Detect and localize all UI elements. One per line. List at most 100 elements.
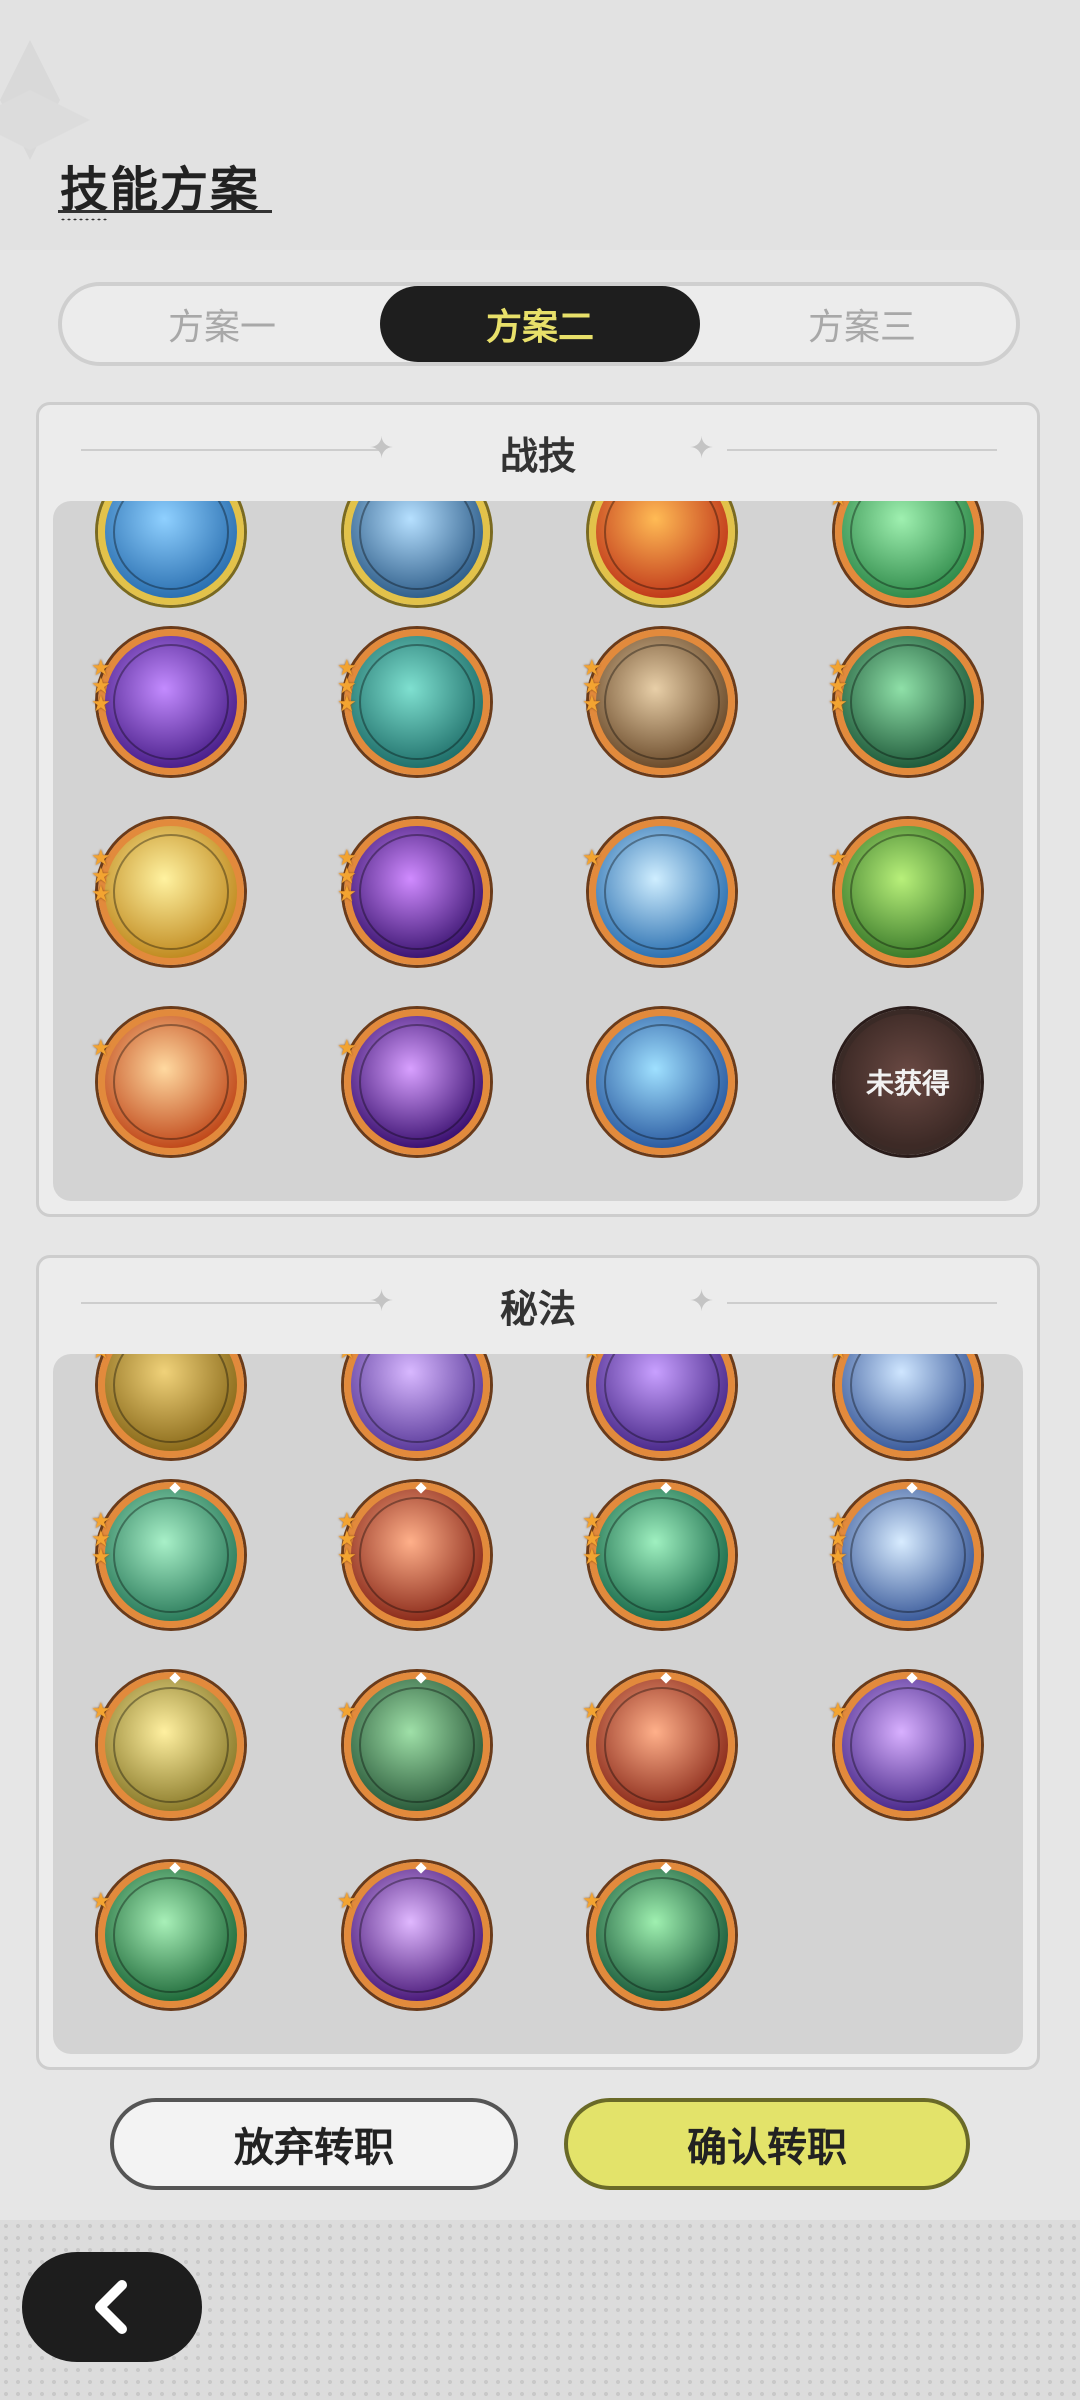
star-rank: ★ [828,1354,848,1363]
purple-rune-art-icon[interactable]: ★ [582,1354,735,1458]
sparkle-icon: ✦ [689,1284,715,1319]
frame-pip [660,1672,672,1684]
star-icon: ★ [582,1699,602,1724]
locked-slot-icon[interactable]: 未获得 [835,1009,981,1155]
skill-inner-ring [850,1497,966,1613]
star-burst-art-icon[interactable]: ★ [828,1354,981,1458]
green-clock-art-icon[interactable]: ★ [337,1672,490,1818]
green-shield-art-icon[interactable]: ★ [91,1862,244,2008]
skill-inner-ring [604,834,720,950]
frame-pip [906,1672,918,1684]
skill-inner-ring [850,501,966,590]
star-icon: ★ [91,882,111,907]
water-golem-skill-icon[interactable] [589,1009,735,1155]
battle-skills-header: ✦ 战技 ✦ [39,405,1037,495]
purple-vortex-skill-icon[interactable]: ★ ★ ★ [91,629,244,775]
star-icon: ★ [91,1889,111,1914]
skill-inner-ring [850,1687,966,1803]
abandon-class-change-button[interactable]: 放弃转职 [110,2098,518,2190]
star-icon: ★ [828,1354,848,1363]
skill-inner-ring [113,501,229,590]
star-icon: ★ [582,1545,602,1570]
skill-inner-ring [113,1354,229,1443]
star-rank: ★ ★ ★ [337,1511,357,1570]
holy-cross-skill-icon[interactable]: ★ ★ ★ [91,819,244,965]
green-cycle-art-icon[interactable]: ★ ★ ★ [91,1482,244,1628]
star-icon: ★ [828,501,848,510]
star-rank: ★ [582,1699,602,1724]
purple-ascend-art-icon[interactable]: ★ [828,1672,981,1818]
star-icon: ★ [91,1354,111,1363]
star-rank: ★ [91,1036,111,1061]
chevron-left-icon [95,2280,127,2334]
confirm-class-change-button[interactable]: 确认转职 [564,2098,970,2190]
secret-arts-header: ✦ 秘法 ✦ [39,1258,1037,1348]
star-icon: ★ [337,692,357,717]
title-dots [60,218,108,221]
star-rank: ★ [337,1036,357,1061]
golden-arrows-art-icon[interactable]: ★ [91,1672,244,1818]
frame-pip [415,1672,427,1684]
star-rank: ★ ★ ★ [582,658,602,716]
secret-arts-grid[interactable]: ★★★★★★★★★★★★★★★★★★★★★★★ [53,1354,1023,2054]
fire-swirl-skill-icon[interactable] [589,501,735,605]
star-icon: ★ [828,846,848,871]
ice-shard-skill-icon[interactable] [344,501,490,605]
star-rank: ★ ★ ★ [337,848,357,906]
star-rank: ★ [91,1889,111,1914]
blue-lightning-skill-icon[interactable] [98,501,244,605]
emerald-figure-art-icon[interactable]: ★ ★ ★ [582,1482,735,1628]
green-sparkle-art-icon[interactable]: ★ [582,1862,735,2008]
plan-tab-bar: 方案一 方案二 方案三 [58,282,1020,366]
flame-figure-art-icon[interactable]: ★ ★ ★ [337,1482,490,1628]
star-icon: ★ [337,1354,357,1363]
frame-pip [169,1862,181,1874]
skill-inner-ring [604,1497,720,1613]
star-rank: ★ ★ ★ [91,848,111,907]
frame-pip [415,1862,427,1874]
star-icon: ★ [828,692,848,717]
star-icon: ★ [337,1036,357,1061]
shadow-hand-skill-icon[interactable]: ★ [337,1009,490,1155]
void-eye-skill-icon[interactable]: ★ ★ ★ [337,819,490,965]
skill-inner-ring [113,1877,229,1993]
star-rank: ★ ★ ★ [91,1511,111,1569]
golden-hand-art-icon[interactable]: ★ [91,1354,244,1458]
star-icon: ★ [337,1545,357,1570]
star-rank: ★ [337,1891,357,1913]
skill-inner-ring [359,1354,475,1443]
ice-burst-skill-icon[interactable]: ★ [582,819,735,965]
tab-plan-2[interactable]: 方案二 [380,286,700,362]
header-line-right [727,449,997,451]
stone-slab-skill-icon[interactable]: ★ ★ ★ [582,629,735,775]
title-underline [58,210,272,213]
crystal-star-art-icon[interactable]: ★ ★ ★ [828,1482,981,1628]
star-icon: ★ [828,1545,848,1570]
fire-wolf-skill-icon[interactable]: ★ [91,1009,244,1155]
star-icon: ★ [91,1036,111,1061]
heart-witch-art-icon[interactable]: ★ [337,1862,490,2008]
treant-skill-icon[interactable]: ★ [828,819,981,965]
arcane-gear-art-icon[interactable]: ★ [337,1354,490,1458]
thorn-vines-skill-icon[interactable]: ★ ★ ★ [828,629,981,775]
tab-plan-3[interactable]: 方案三 [702,286,1022,362]
green-wind-skill-icon[interactable]: ★ [828,501,981,605]
star-icon: ★ [582,846,602,871]
star-icon: ★ [582,1354,602,1363]
star-rank: ★ [582,846,602,871]
star-rank: ★ [91,1354,111,1363]
back-button[interactable] [22,2252,202,2362]
frame-pip [169,1482,181,1494]
red-fist-art-icon[interactable]: ★ [582,1672,735,1818]
skill-inner-ring [604,501,720,590]
teal-spiral-skill-icon[interactable]: ★ ★ ★ [337,629,490,775]
star-icon: ★ [828,1699,848,1724]
skill-inner-ring [359,644,475,760]
tab-plan-1[interactable]: 方案一 [62,286,382,362]
battle-skills-grid[interactable]: ★★★★★★★★★★★★★★★★★★★★★★★未获得 [53,501,1023,1201]
skill-inner-ring [850,834,966,950]
skill-inner-ring [113,644,229,760]
skill-inner-ring [359,1877,475,1993]
skill-inner-ring [850,1354,966,1443]
star-rank: ★ ★ ★ [91,658,111,716]
